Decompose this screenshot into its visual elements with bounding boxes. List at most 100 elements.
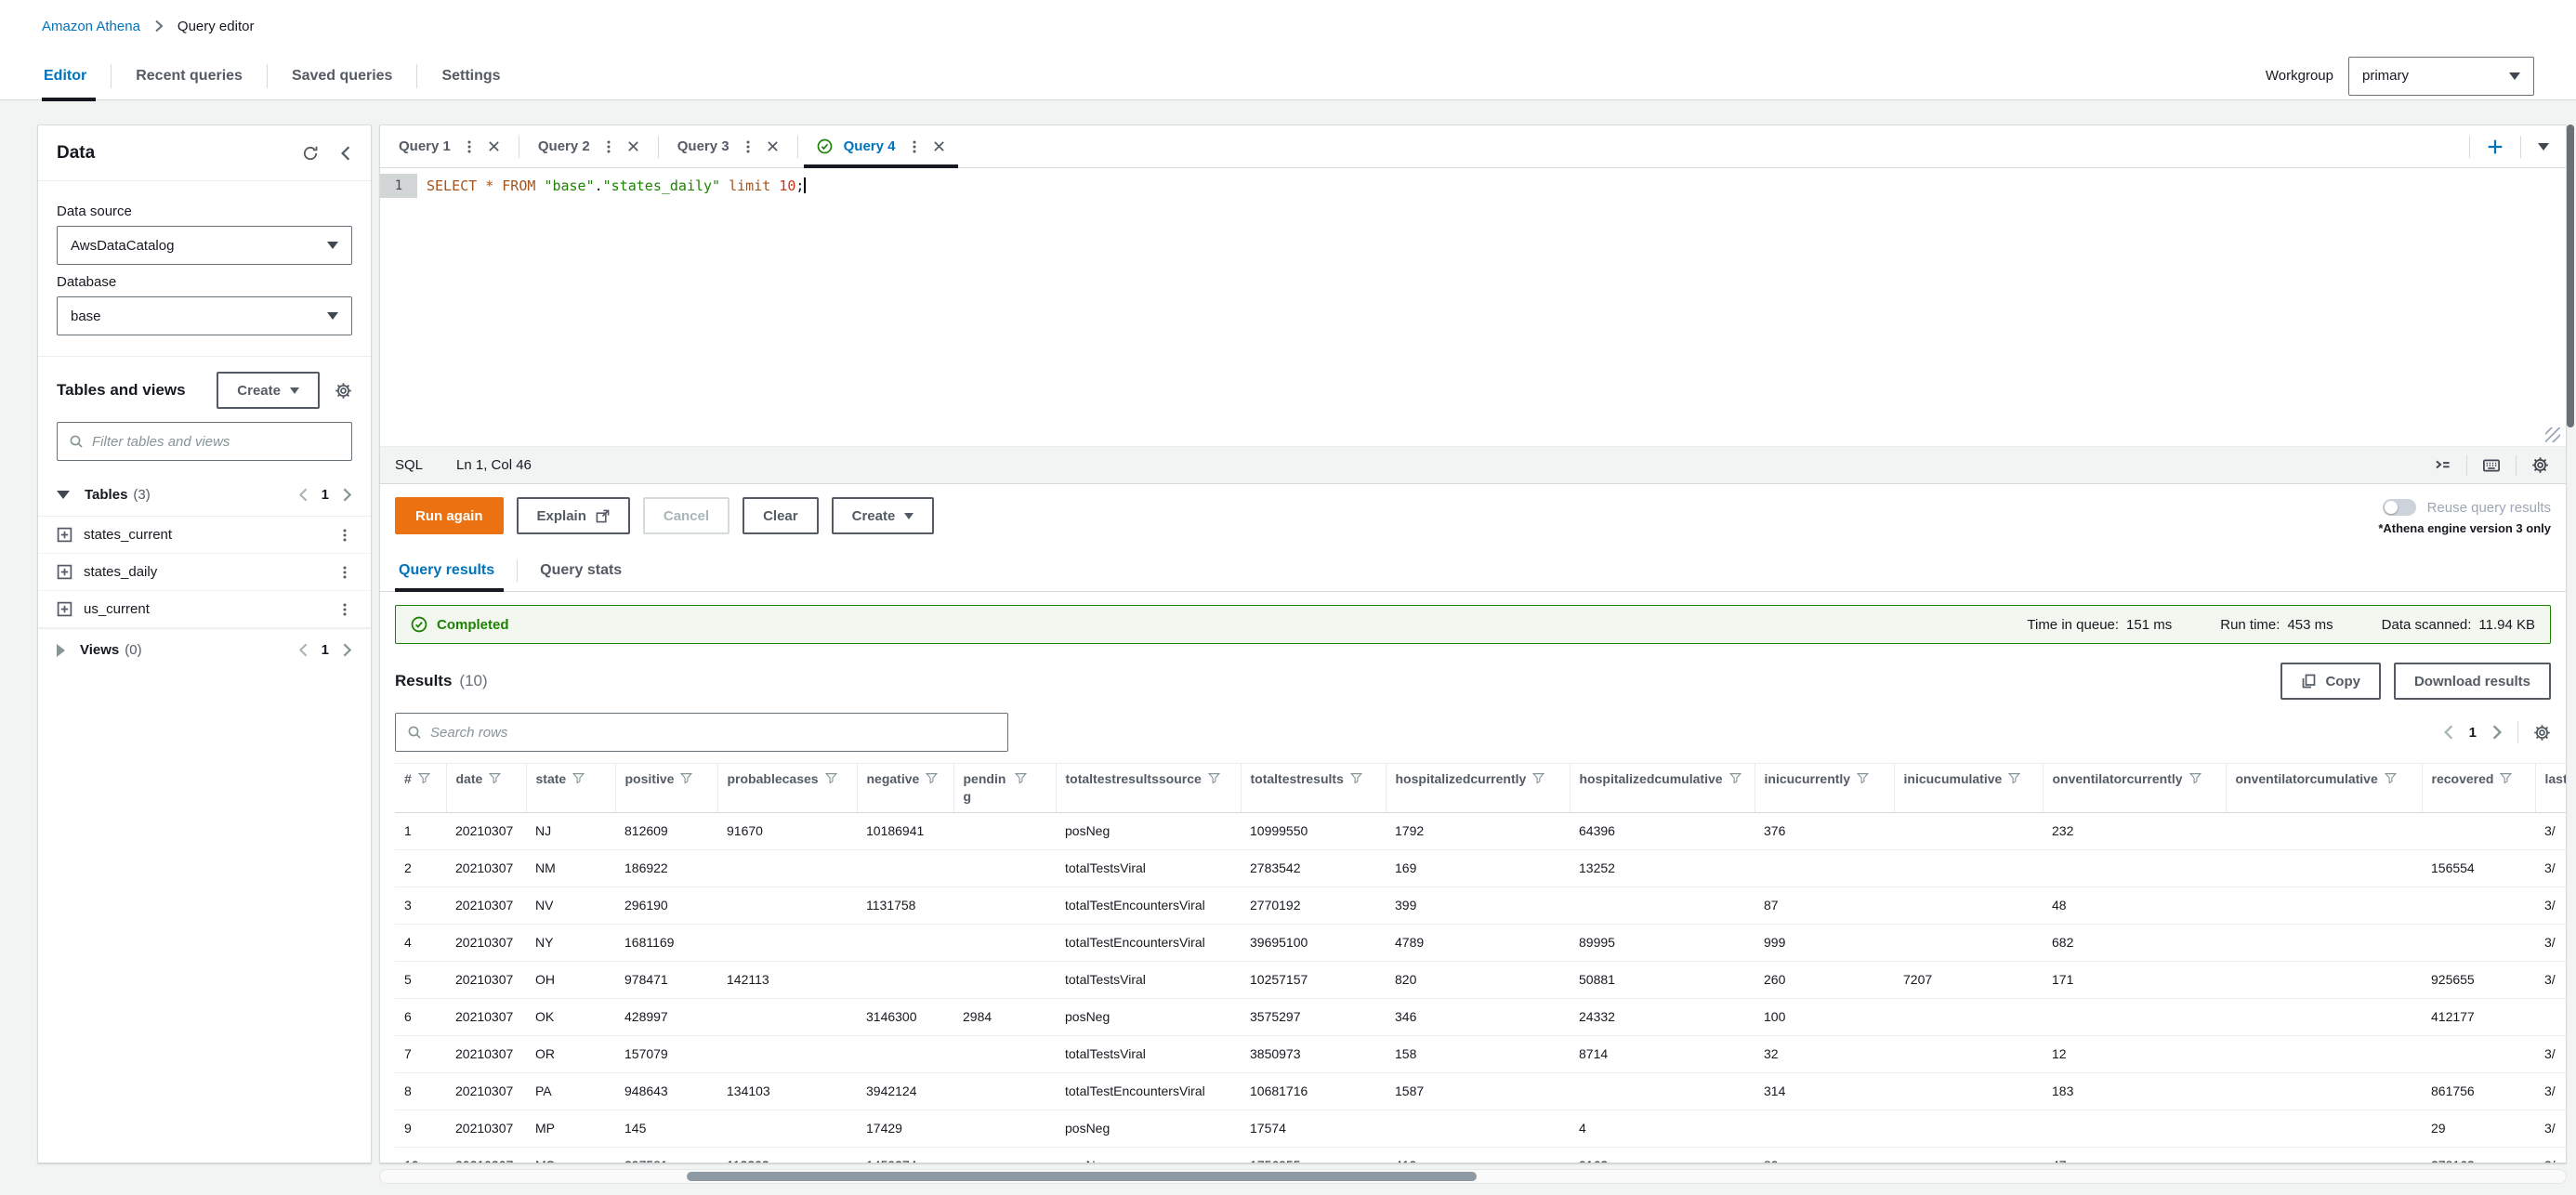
- query-tab-close[interactable]: [933, 140, 945, 152]
- search-rows-input[interactable]: [430, 725, 996, 741]
- tab-settings[interactable]: Settings: [417, 52, 524, 100]
- explain-button[interactable]: Explain: [517, 497, 630, 534]
- filter-icon[interactable]: [2500, 772, 2512, 784]
- kebab-icon[interactable]: [907, 138, 922, 155]
- column-header-totaltestresultssource[interactable]: totaltestresultssource: [1056, 764, 1241, 813]
- table-item-menu[interactable]: [337, 527, 352, 544]
- tab-recent-queries[interactable]: Recent queries: [112, 52, 267, 100]
- table-item-menu[interactable]: [337, 601, 352, 618]
- query-tab-query-3[interactable]: Query 3: [659, 125, 797, 168]
- plus-box-icon[interactable]: [57, 527, 72, 543]
- table-item-states-current[interactable]: states_current: [38, 517, 371, 554]
- chevron-left-icon[interactable]: [2443, 725, 2454, 740]
- column-header-negative[interactable]: negative: [857, 764, 953, 813]
- query-tab-close[interactable]: [627, 140, 639, 152]
- column-header-onventilatorcumulative[interactable]: onventilatorcumulative: [2226, 764, 2422, 813]
- tab-overflow-menu[interactable]: [2538, 143, 2560, 151]
- editor-resize-grip[interactable]: [2545, 427, 2560, 442]
- kebab-icon[interactable]: [337, 601, 352, 618]
- table-item-us-current[interactable]: us_current: [38, 591, 371, 628]
- column-header-lastupdateet[interactable]: lastupdateet: [2535, 764, 2566, 813]
- query-tab-menu[interactable]: [741, 138, 756, 155]
- query-tab-query-4[interactable]: Query 4: [798, 125, 964, 168]
- filter-icon[interactable]: [572, 772, 585, 784]
- gear-icon[interactable]: [335, 382, 352, 400]
- copy-button[interactable]: Copy: [2280, 663, 2381, 700]
- filter-icon[interactable]: [489, 772, 501, 784]
- plus-box-icon[interactable]: [57, 564, 72, 580]
- kebab-icon[interactable]: [337, 564, 352, 581]
- chevron-left-icon[interactable]: [298, 488, 309, 502]
- data-source-select[interactable]: AwsDataCatalog: [57, 226, 352, 265]
- column-header-inicucurrently[interactable]: inicucurrently: [1755, 764, 1894, 813]
- breadcrumb-link-amazon-athena[interactable]: Amazon Athena: [42, 19, 140, 34]
- close-icon[interactable]: [627, 140, 639, 152]
- workgroup-select[interactable]: primary: [2348, 57, 2534, 96]
- format-query-icon[interactable]: [2419, 456, 2466, 474]
- filter-icon[interactable]: [1532, 772, 1544, 784]
- tab-editor[interactable]: Editor: [42, 52, 111, 100]
- filter-icon[interactable]: [2385, 772, 2397, 784]
- chevron-right-icon[interactable]: [342, 643, 352, 657]
- query-tab-close[interactable]: [767, 140, 779, 152]
- database-select[interactable]: base: [57, 296, 352, 335]
- column-header-hospitalizedcumulative[interactable]: hospitalizedcumulative: [1570, 764, 1755, 813]
- kebab-icon[interactable]: [601, 138, 616, 155]
- filter-icon[interactable]: [1015, 772, 1027, 784]
- keyboard-icon[interactable]: [2467, 456, 2516, 475]
- tab-saved-queries[interactable]: Saved queries: [268, 52, 417, 100]
- new-query-tab-button[interactable]: [2487, 138, 2504, 155]
- plus-box-icon[interactable]: [57, 601, 72, 617]
- kebab-icon[interactable]: [741, 138, 756, 155]
- column-header-probablecases[interactable]: probablecases: [717, 764, 857, 813]
- filter-icon[interactable]: [2008, 772, 2020, 784]
- column-header-inicucumulative[interactable]: inicucumulative: [1894, 764, 2043, 813]
- cancel-button[interactable]: Cancel: [643, 497, 729, 534]
- column-header-state[interactable]: state: [526, 764, 615, 813]
- download-results-button[interactable]: Download results: [2394, 663, 2551, 700]
- query-tab-query-2[interactable]: Query 2: [519, 125, 658, 168]
- query-tab-close[interactable]: [488, 140, 500, 152]
- collapse-panel-icon[interactable]: [339, 145, 352, 162]
- vertical-scrollbar-thumb[interactable]: [2567, 125, 2574, 427]
- filter-icon[interactable]: [2189, 772, 2201, 784]
- tab-query-results[interactable]: Query results: [395, 550, 517, 591]
- filter-icon[interactable]: [1350, 772, 1362, 784]
- close-icon[interactable]: [488, 140, 500, 152]
- gear-icon[interactable]: [2533, 724, 2551, 742]
- column-header-[interactable]: #: [395, 764, 446, 813]
- column-header-positive[interactable]: positive: [615, 764, 717, 813]
- filter-icon[interactable]: [418, 772, 430, 784]
- query-tab-menu[interactable]: [601, 138, 616, 155]
- tables-group-row[interactable]: Tables (3) 1: [38, 474, 371, 517]
- query-tab-menu[interactable]: [907, 138, 922, 155]
- filter-icon[interactable]: [1208, 772, 1220, 784]
- run-again-button[interactable]: Run again: [395, 497, 504, 534]
- chevron-left-icon[interactable]: [298, 643, 309, 657]
- tab-query-stats[interactable]: Query stats: [518, 550, 644, 591]
- column-header-totaltestresults[interactable]: totaltestresults: [1241, 764, 1386, 813]
- table-item-menu[interactable]: [337, 564, 352, 581]
- filter-icon[interactable]: [1857, 772, 1869, 784]
- clear-button[interactable]: Clear: [743, 497, 819, 534]
- column-header-hospitalizedcurrently[interactable]: hospitalizedcurrently: [1386, 764, 1570, 813]
- gear-icon[interactable]: [2517, 456, 2551, 474]
- filter-icon[interactable]: [926, 772, 938, 784]
- refresh-icon[interactable]: [302, 145, 319, 162]
- kebab-icon[interactable]: [462, 138, 477, 155]
- views-group-row[interactable]: Views (0) 1: [38, 628, 371, 671]
- close-icon[interactable]: [933, 140, 945, 152]
- filter-icon[interactable]: [825, 772, 837, 784]
- query-tab-query-1[interactable]: Query 1: [380, 125, 519, 168]
- chevron-right-icon[interactable]: [2491, 725, 2503, 740]
- create-button[interactable]: Create: [217, 372, 320, 409]
- column-header-onventilatorcurrently[interactable]: onventilatorcurrently: [2043, 764, 2226, 813]
- horizontal-scrollbar-thumb[interactable]: [687, 1172, 1477, 1181]
- filter-icon[interactable]: [1729, 772, 1741, 784]
- kebab-icon[interactable]: [337, 527, 352, 544]
- column-header-date[interactable]: date: [446, 764, 526, 813]
- column-header-recovered[interactable]: recovered: [2422, 764, 2535, 813]
- column-header-pending[interactable]: pending: [953, 764, 1056, 813]
- filter-tables-input[interactable]: [92, 434, 340, 450]
- table-item-states-daily[interactable]: states_daily: [38, 554, 371, 591]
